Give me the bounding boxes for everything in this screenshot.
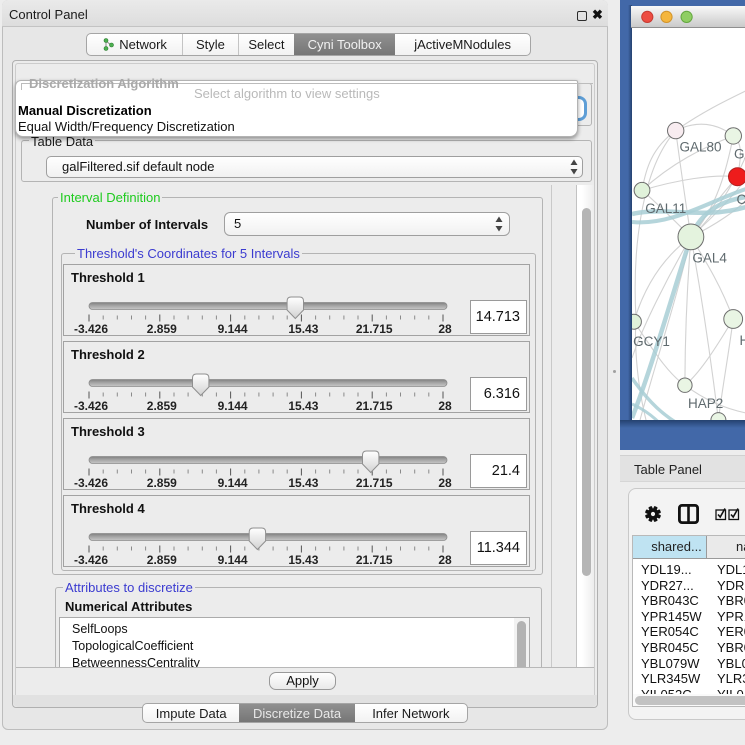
svg-text:GCY1: GCY1 <box>633 334 670 349</box>
svg-text:GAL80: GAL80 <box>679 139 721 154</box>
svg-text:9.144: 9.144 <box>218 553 248 567</box>
svg-text:-3.426: -3.426 <box>74 476 108 490</box>
svg-text:9.144: 9.144 <box>218 399 248 413</box>
svg-text:-3.426: -3.426 <box>74 553 108 567</box>
svg-text:HAP2: HAP2 <box>687 396 722 411</box>
svg-text:H: H <box>739 333 745 348</box>
svg-text:15.43: 15.43 <box>288 476 318 490</box>
svg-text:GAL4: GAL4 <box>692 250 727 265</box>
svg-text:-3.426: -3.426 <box>74 322 108 336</box>
svg-text:-3.426: -3.426 <box>74 399 108 413</box>
svg-text:2.859: 2.859 <box>147 322 177 336</box>
svg-text:21.715: 21.715 <box>356 322 393 336</box>
svg-text:GAL11: GAL11 <box>645 201 686 216</box>
svg-text:15.43: 15.43 <box>288 322 318 336</box>
svg-text:2.859: 2.859 <box>147 476 177 490</box>
svg-text:2.859: 2.859 <box>147 553 177 567</box>
svg-text:21.715: 21.715 <box>356 476 393 490</box>
svg-text:28: 28 <box>438 399 452 413</box>
svg-text:28: 28 <box>438 322 452 336</box>
svg-text:2.859: 2.859 <box>147 399 177 413</box>
svg-text:GA: GA <box>734 146 745 161</box>
svg-text:15.43: 15.43 <box>288 399 318 413</box>
svg-text:9.144: 9.144 <box>218 322 248 336</box>
svg-text:C: C <box>736 192 745 207</box>
svg-text:28: 28 <box>438 476 452 490</box>
svg-text:21.715: 21.715 <box>356 553 393 567</box>
svg-text:28: 28 <box>438 553 452 567</box>
svg-text:21.715: 21.715 <box>356 399 393 413</box>
svg-text:9.144: 9.144 <box>218 476 248 490</box>
svg-text:15.43: 15.43 <box>288 553 318 567</box>
